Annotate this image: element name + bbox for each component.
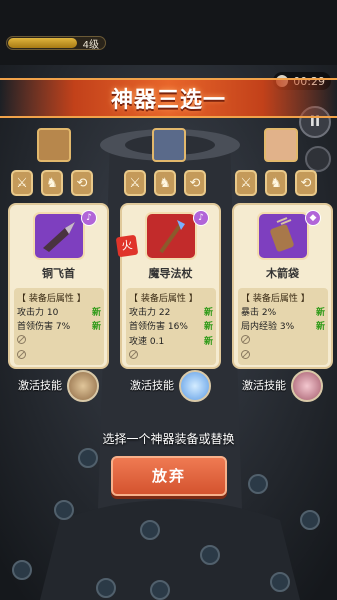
artifact-name: 木箭袋: [266, 267, 299, 280]
attribute-panel: 【 装备后属性 】 暴击 2% 新 局内经验 3% 新: [238, 288, 328, 365]
skill-orb-3[interactable]: [291, 370, 323, 402]
attribute-panel: 【 装备后属性 】 攻击力 22 新 首领伤害 16% 新 攻速 0.1 新: [126, 288, 216, 365]
attribute-title: 【 装备后属性 】: [129, 294, 198, 304]
side-menu-button[interactable]: [305, 146, 331, 172]
artifact-card-1[interactable]: ♪ 铜飞首 【 装备后属性 】 攻击力 10 新 首领伤害 7% 新: [8, 203, 109, 369]
activate-skill-label: 激活技能: [130, 379, 174, 392]
mic-icon: ♪: [81, 210, 97, 226]
empty-slot: [17, 350, 101, 359]
slot-boomerang-icon: ⟲: [184, 170, 206, 196]
empty-slot: [17, 335, 101, 344]
activate-skill-label: 激活技能: [18, 379, 62, 392]
new-tag: 新: [203, 337, 213, 347]
skill-orb-2[interactable]: [179, 370, 211, 402]
attribute-row: 攻击力 10 新: [17, 305, 101, 318]
new-tag: 新: [91, 322, 101, 332]
xp-fill: [8, 38, 77, 48]
new-tag: 新: [315, 308, 325, 318]
attribute-row: 攻击力 22 新: [129, 305, 213, 318]
page-title: 神器三选一: [110, 88, 226, 113]
floor-orb: [140, 520, 160, 540]
hero-avatar-cat-archer: [264, 128, 298, 162]
hero-avatar-cat-knight: [37, 128, 71, 162]
attribute-panel: 【 装备后属性 】 攻击力 10 新 首领伤害 7% 新: [14, 288, 104, 365]
slot-boomerang-icon: ⟲: [295, 170, 317, 196]
artifact-name: 铜飞首: [42, 267, 75, 280]
magic-staff-icon: [145, 212, 197, 260]
empty-slot-icon: [241, 335, 250, 344]
artifact-card-2[interactable]: ♪ 魔导法杖 【 装备后属性 】 攻击力 22 新 首领伤害 16% 新 攻速 0.…: [120, 203, 221, 369]
attribute-label: 首领伤害 7%: [17, 322, 71, 332]
floor-orb: [96, 578, 116, 598]
mic-icon: ♪: [193, 210, 209, 226]
attribute-label: 攻击力 10: [17, 308, 59, 318]
slot-dagger-icon: ⚔: [11, 170, 33, 196]
floor-orb: [300, 510, 320, 530]
title-banner: 神器三选一: [0, 78, 337, 118]
slot-dagger-icon: ⚔: [124, 170, 146, 196]
floor-orb: [200, 545, 220, 565]
empty-slot-icon: [241, 350, 250, 359]
gem-icon: ◆: [305, 210, 321, 226]
new-tag: 新: [315, 322, 325, 332]
level-label: 4级: [82, 40, 99, 51]
quiver-icon: [257, 212, 309, 260]
selection-prompt: 选择一个神器装备或替换: [102, 432, 235, 446]
floor-orb: [150, 580, 170, 600]
flying-blade-icon: [33, 212, 85, 260]
give-up-button[interactable]: 放弃: [111, 456, 227, 496]
attribute-row: 局内经验 3% 新: [241, 319, 325, 332]
empty-slot-icon: [129, 350, 138, 359]
artifact-card-3[interactable]: ◆ 木箭袋 【 装备后属性 】 暴击 2% 新 局内经验 3% 新: [232, 203, 333, 369]
attribute-row: 首领伤害 7% 新: [17, 319, 101, 332]
empty-slot-icon: [17, 350, 26, 359]
new-tag: 新: [203, 322, 213, 332]
empty-slot-icon: [17, 335, 26, 344]
slot-armor-icon: ♞: [41, 170, 63, 196]
attribute-label: 局内经验 3%: [241, 322, 295, 332]
slot-boomerang-icon: ⟲: [71, 170, 93, 196]
hero-avatar-hooded-ninja: [152, 128, 186, 162]
attribute-label: 攻速 0.1: [129, 337, 165, 347]
attribute-title: 【 装备后属性 】: [241, 294, 310, 304]
attribute-label: 攻击力 22: [129, 308, 171, 318]
hot-pick-badge: 火: [115, 234, 139, 258]
slot-dagger-icon: ⚔: [235, 170, 257, 196]
floor-orb: [270, 572, 290, 592]
attribute-row: 首领伤害 16% 新: [129, 319, 213, 332]
attribute-label: 暴击 2%: [241, 308, 277, 318]
artifact-name: 魔导法杖: [148, 267, 193, 280]
floor-orb: [54, 500, 74, 520]
new-tag: 新: [91, 308, 101, 318]
attribute-row: 暴击 2% 新: [241, 305, 325, 318]
attribute-row: 攻速 0.1 新: [129, 334, 213, 347]
empty-slot: [129, 350, 213, 359]
new-tag: 新: [203, 308, 213, 318]
floor-orb: [248, 474, 268, 494]
slot-armor-icon: ♞: [265, 170, 287, 196]
floor-orb: [78, 448, 98, 468]
slot-armor-icon: ♞: [154, 170, 176, 196]
skill-orb-1[interactable]: [67, 370, 99, 402]
activate-skill-label: 激活技能: [242, 379, 286, 392]
xp-progress-bar: 4级: [6, 36, 106, 51]
attribute-title: 【 装备后属性 】: [17, 294, 86, 304]
empty-slot: [241, 350, 325, 359]
floor-orb: [12, 560, 32, 580]
attribute-label: 首领伤害 16%: [129, 322, 188, 332]
empty-slot: [241, 335, 325, 344]
